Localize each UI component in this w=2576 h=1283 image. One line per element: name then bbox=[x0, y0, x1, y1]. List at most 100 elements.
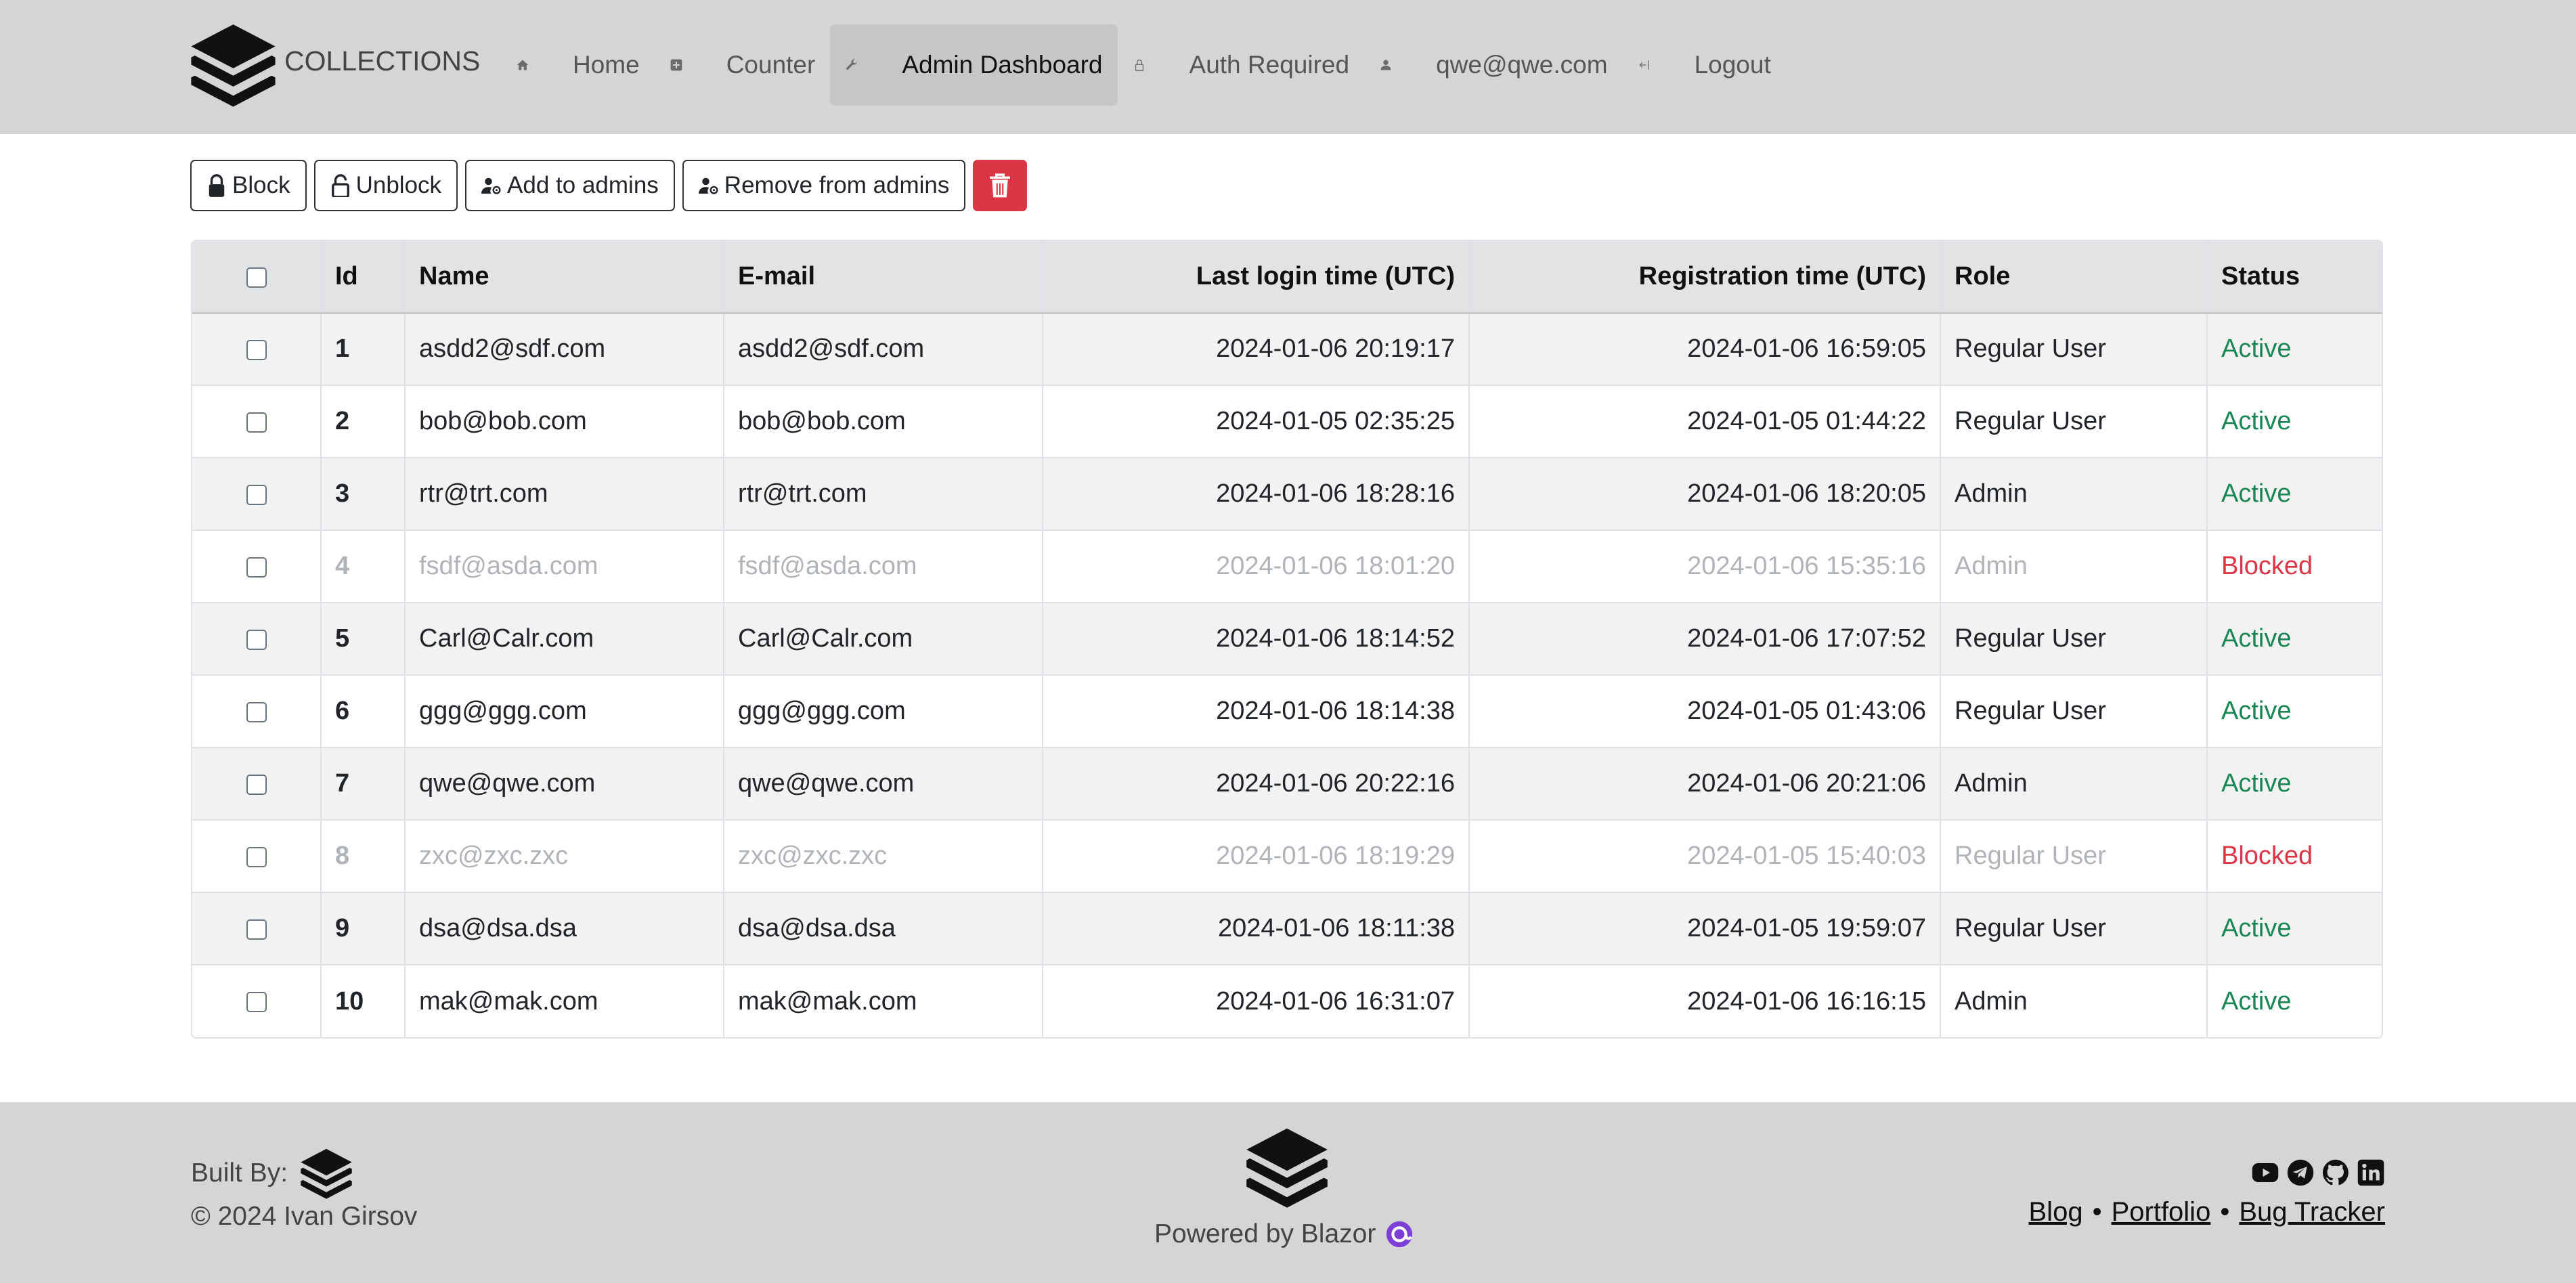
brand-link[interactable]: COLLECTIONS bbox=[188, 20, 480, 108]
nav-auth-required[interactable]: Auth Required bbox=[1118, 24, 1365, 106]
table-row[interactable]: 7 qwe@qwe.com qwe@qwe.com 2024-01-06 20:… bbox=[192, 747, 2382, 820]
blog-link[interactable]: Blog bbox=[2029, 1197, 2083, 1227]
table-header-row: Id Name E-mail Last login time (UTC) Reg… bbox=[192, 241, 2382, 314]
main-nav: Home Counter Admin Dashboard Auth Requir… bbox=[501, 24, 1786, 106]
table-row[interactable]: 10 mak@mak.com mak@mak.com 2024-01-06 16… bbox=[192, 965, 2382, 1037]
cell-registered: 2024-01-05 01:44:22 bbox=[1468, 385, 1940, 458]
person-gear-icon bbox=[698, 177, 718, 194]
home-icon bbox=[516, 47, 551, 83]
cell-last-login: 2024-01-06 18:28:16 bbox=[1042, 458, 1469, 530]
cell-email: mak@mak.com bbox=[723, 965, 1043, 1037]
cell-last-login: 2024-01-06 18:11:38 bbox=[1042, 892, 1469, 965]
youtube-icon[interactable] bbox=[2250, 1158, 2280, 1188]
unblock-button[interactable]: Unblock bbox=[313, 160, 458, 211]
nav-home[interactable]: Home bbox=[501, 24, 655, 106]
logout-arrow-icon bbox=[1638, 47, 1673, 83]
row-checkbox[interactable] bbox=[246, 484, 267, 505]
remove-from-admins-button[interactable]: Remove from admins bbox=[682, 160, 966, 211]
cell-role: Regular User bbox=[1940, 313, 2207, 385]
cell-role: Admin bbox=[1940, 458, 2207, 530]
cell-registered: 2024-01-06 15:35:16 bbox=[1468, 530, 1940, 603]
cell-name: rtr@trt.com bbox=[404, 458, 724, 530]
table-row[interactable]: 8 zxc@zxc.zxc zxc@zxc.zxc 2024-01-06 18:… bbox=[192, 820, 2382, 892]
cell-email: asdd2@sdf.com bbox=[723, 313, 1043, 385]
cell-role: Regular User bbox=[1940, 892, 2207, 965]
select-all-checkbox[interactable] bbox=[246, 267, 267, 288]
column-header-status[interactable]: Status bbox=[2206, 241, 2382, 314]
nav-auth-required-label: Auth Required bbox=[1189, 51, 1350, 79]
portfolio-link[interactable]: Portfolio bbox=[2112, 1197, 2211, 1227]
cell-id: 1 bbox=[320, 313, 405, 385]
cell-status: Active bbox=[2206, 313, 2382, 385]
select-all-cell bbox=[192, 241, 321, 314]
delete-button[interactable] bbox=[973, 160, 1028, 211]
add-to-admins-button[interactable]: Add to admins bbox=[465, 160, 675, 211]
table-row[interactable]: 3 rtr@trt.com rtr@trt.com 2024-01-06 18:… bbox=[192, 458, 2382, 530]
cell-email: ggg@ggg.com bbox=[723, 675, 1043, 747]
cell-status: Blocked bbox=[2206, 820, 2382, 892]
column-header-id[interactable]: Id bbox=[320, 241, 405, 314]
table-row[interactable]: 2 bob@bob.com bob@bob.com 2024-01-05 02:… bbox=[192, 385, 2382, 458]
row-select-cell bbox=[192, 892, 321, 965]
cell-status: Active bbox=[2206, 747, 2382, 820]
row-select-cell bbox=[192, 458, 321, 530]
column-header-role[interactable]: Role bbox=[1940, 241, 2207, 314]
table-row[interactable]: 1 asdd2@sdf.com asdd2@sdf.com 2024-01-06… bbox=[192, 313, 2382, 385]
person-gear-icon bbox=[481, 177, 501, 194]
cell-id: 6 bbox=[320, 675, 405, 747]
row-checkbox[interactable] bbox=[246, 774, 267, 795]
column-header-registration[interactable]: Registration time (UTC) bbox=[1468, 241, 1940, 314]
table-row[interactable]: 9 dsa@dsa.dsa dsa@dsa.dsa 2024-01-06 18:… bbox=[192, 892, 2382, 965]
cell-last-login: 2024-01-06 18:19:29 bbox=[1042, 820, 1469, 892]
built-by: Built By: bbox=[191, 1147, 354, 1200]
column-header-email[interactable]: E-mail bbox=[723, 241, 1043, 314]
row-checkbox[interactable] bbox=[246, 919, 267, 940]
cell-role: Admin bbox=[1940, 747, 2207, 820]
row-checkbox[interactable] bbox=[246, 557, 267, 578]
top-navbar: COLLECTIONS Home Counter Admin Dashboard… bbox=[0, 0, 2576, 134]
cell-status: Active bbox=[2206, 675, 2382, 747]
nav-admin-dashboard[interactable]: Admin Dashboard bbox=[830, 24, 1118, 106]
footer: Built By: © 2024 Ivan Girsov Powered by … bbox=[0, 1102, 2576, 1283]
cell-name: fsdf@asda.com bbox=[404, 530, 724, 603]
layers-logo-icon bbox=[1246, 1128, 1328, 1208]
users-table: Id Name E-mail Last login time (UTC) Reg… bbox=[192, 241, 2382, 1037]
nav-counter[interactable]: Counter bbox=[655, 24, 831, 106]
row-checkbox[interactable] bbox=[246, 846, 267, 867]
cell-email: rtr@trt.com bbox=[723, 458, 1043, 530]
cell-role: Admin bbox=[1940, 530, 2207, 603]
row-checkbox[interactable] bbox=[246, 340, 267, 361]
wrench-icon bbox=[845, 47, 880, 83]
layers-logo-icon bbox=[191, 24, 276, 107]
column-header-last-login[interactable]: Last login time (UTC) bbox=[1042, 241, 1469, 314]
row-checkbox[interactable] bbox=[246, 701, 267, 722]
github-icon[interactable] bbox=[2321, 1158, 2351, 1188]
cell-id: 10 bbox=[320, 965, 405, 1037]
cell-last-login: 2024-01-06 20:22:16 bbox=[1042, 747, 1469, 820]
nav-home-label: Home bbox=[573, 51, 640, 79]
column-header-name[interactable]: Name bbox=[404, 241, 724, 314]
cell-id: 3 bbox=[320, 458, 405, 530]
powered-by: Powered by Blazor bbox=[1154, 1219, 1415, 1250]
linkedin-icon[interactable] bbox=[2356, 1158, 2386, 1188]
row-checkbox[interactable] bbox=[246, 992, 267, 1013]
link-separator: • bbox=[2092, 1197, 2102, 1227]
row-checkbox[interactable] bbox=[246, 629, 267, 650]
cell-last-login: 2024-01-06 20:19:17 bbox=[1042, 313, 1469, 385]
table-row[interactable]: 5 Carl@Calr.com Carl@Calr.com 2024-01-06… bbox=[192, 603, 2382, 675]
table-row[interactable]: 6 ggg@ggg.com ggg@ggg.com 2024-01-06 18:… bbox=[192, 675, 2382, 747]
cell-registered: 2024-01-05 19:59:07 bbox=[1468, 892, 1940, 965]
cell-registered: 2024-01-06 16:16:15 bbox=[1468, 965, 1940, 1037]
cell-email: dsa@dsa.dsa bbox=[723, 892, 1043, 965]
nav-admin-dashboard-label: Admin Dashboard bbox=[902, 51, 1103, 79]
nav-logout[interactable]: Logout bbox=[1623, 24, 1786, 106]
bug-tracker-link[interactable]: Bug Tracker bbox=[2239, 1197, 2385, 1227]
telegram-icon[interactable] bbox=[2286, 1158, 2315, 1188]
table-row[interactable]: 4 fsdf@asda.com fsdf@asda.com 2024-01-06… bbox=[192, 530, 2382, 603]
nav-user-account[interactable]: qwe@qwe.com bbox=[1364, 24, 1623, 106]
block-button[interactable]: Block bbox=[190, 160, 307, 211]
row-checkbox[interactable] bbox=[246, 412, 267, 433]
cell-id: 5 bbox=[320, 603, 405, 675]
nav-user-email: qwe@qwe.com bbox=[1436, 51, 1608, 79]
add-to-admins-label: Add to admins bbox=[507, 172, 659, 198]
